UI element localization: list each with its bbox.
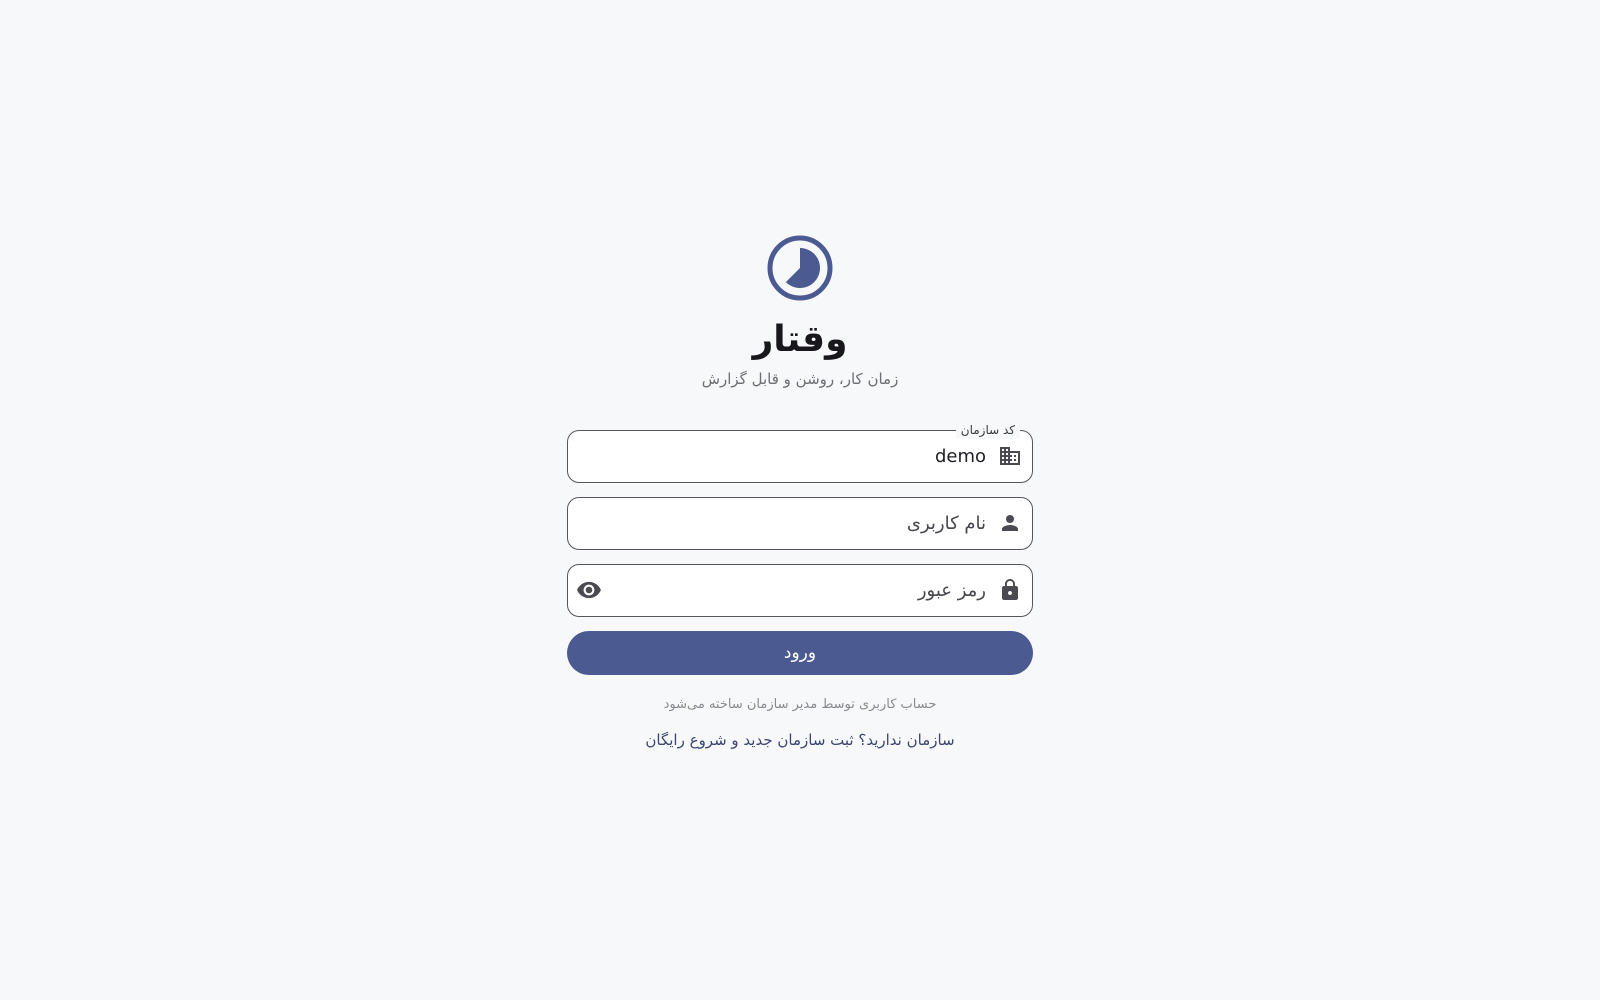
org-code-field: کد سازمان xyxy=(567,421,1033,483)
building-icon xyxy=(998,444,1022,468)
login-button[interactable]: ورود xyxy=(567,631,1033,675)
login-page: وقتار زمان کار، روشن و قابل گزارش کد ساز… xyxy=(0,0,1600,1000)
org-code-input[interactable] xyxy=(618,431,986,481)
eye-icon[interactable] xyxy=(576,577,602,603)
password-input[interactable] xyxy=(618,565,986,615)
lock-icon xyxy=(998,578,1022,602)
password-field xyxy=(567,564,1033,617)
account-note: حساب کاربری توسط مدیر سازمان ساخته می‌شو… xyxy=(663,697,937,712)
app-title: وقتار xyxy=(752,319,848,360)
app-tagline: زمان کار، روشن و قابل گزارش xyxy=(701,370,899,388)
login-form: کد سازمان demo نام کاربری ورود xyxy=(567,421,1033,675)
person-icon xyxy=(998,511,1022,535)
username-input[interactable] xyxy=(618,498,986,548)
app-logo-icon xyxy=(767,235,833,301)
username-field xyxy=(567,497,1033,550)
register-organization-link[interactable]: سازمان ندارید؟ ثبت سازمان جدید و شروع را… xyxy=(645,729,954,751)
login-card: وقتار زمان کار، روشن و قابل گزارش کد ساز… xyxy=(567,234,1033,751)
